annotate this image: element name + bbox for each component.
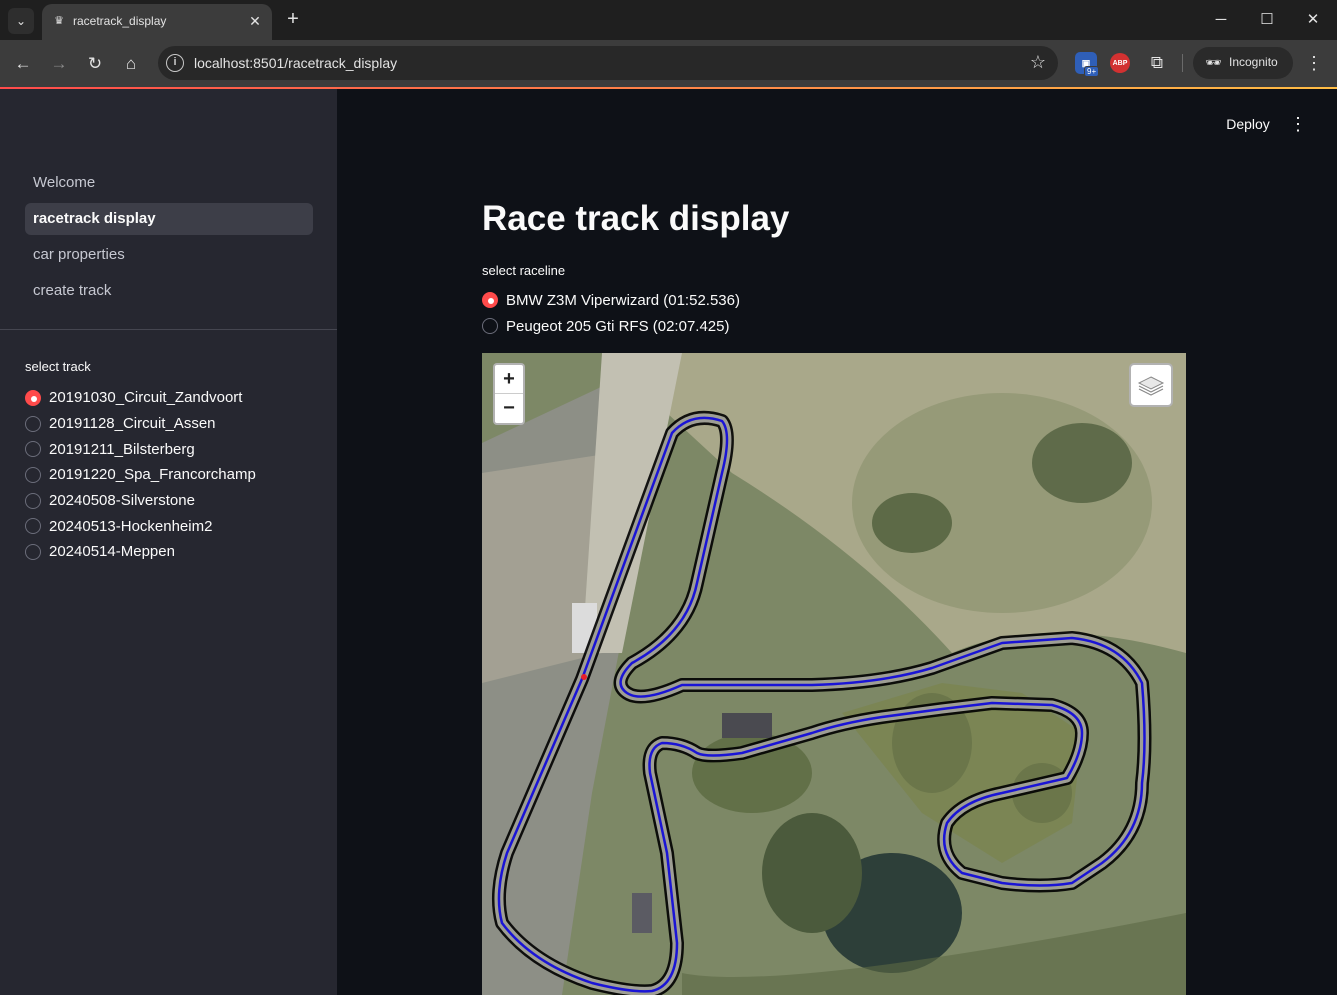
address-bar[interactable]: i localhost:8501/racetrack_display ☆ [158, 46, 1058, 80]
radio-unselected-icon[interactable] [482, 318, 498, 334]
sidebar-item-car-properties[interactable]: car properties [25, 239, 313, 271]
sidebar-item-welcome[interactable]: Welcome [25, 167, 313, 199]
reload-button[interactable]: ↻ [81, 50, 109, 78]
radio-unselected-icon[interactable] [25, 466, 41, 483]
radio-selected-icon[interactable] [482, 292, 498, 308]
zoom-in-button[interactable]: + [495, 365, 523, 394]
track-option-label: 20191030_Circuit_Zandvoort [49, 389, 243, 407]
track-option-label: 20240513-Hockenheim2 [49, 517, 213, 535]
radio-unselected-icon[interactable] [25, 492, 41, 509]
select-track-label: select track [25, 359, 91, 374]
app-menu-icon[interactable]: ⋮ [1288, 111, 1308, 137]
deploy-button[interactable]: Deploy [1217, 111, 1279, 137]
sidebar-nav: Welcome racetrack display car properties… [25, 167, 313, 311]
minimize-button[interactable]: ─ [1198, 6, 1244, 34]
track-option[interactable]: 20191220_Spa_Francorchamp [25, 462, 256, 488]
layers-icon [1137, 376, 1165, 396]
track-option[interactable]: 20240508-Silverstone [25, 488, 256, 514]
close-window-button[interactable]: ✕ [1290, 6, 1336, 34]
tab-title: racetrack_display [73, 14, 167, 28]
page-title: Race track display [482, 199, 790, 238]
browser-tab-strip: ⌄ ♛ racetrack_display ✕ + ─ ☐ ✕ [0, 0, 1337, 40]
incognito-profile-button[interactable]: 🕶 Incognito [1193, 47, 1293, 79]
track-option-label: 20191211_Bilsterberg [49, 440, 195, 458]
main-content: Deploy ⋮ Race track display select racel… [337, 89, 1337, 995]
sidebar-item-racetrack-display[interactable]: racetrack display [25, 203, 313, 235]
track-option[interactable]: 20240513-Hockenheim2 [25, 513, 256, 539]
zoom-out-button[interactable]: − [495, 394, 523, 423]
browser-menu-icon[interactable]: ⋮ [1304, 50, 1324, 76]
maximize-button[interactable]: ☐ [1244, 6, 1290, 34]
close-tab-icon[interactable]: ✕ [246, 12, 264, 30]
raceline-option-label: Peugeot 205 Gti RFS (02:07.425) [506, 317, 730, 335]
radio-unselected-icon[interactable] [25, 518, 41, 535]
sidebar-item-create-track[interactable]: create track [25, 275, 313, 307]
extension-badge: 9+ [1084, 66, 1100, 77]
url-text[interactable]: localhost:8501/racetrack_display [194, 55, 397, 71]
sidebar-divider [0, 329, 337, 330]
radio-selected-icon[interactable] [25, 389, 41, 406]
incognito-label: Incognito [1229, 55, 1278, 69]
radio-unselected-icon[interactable] [25, 415, 41, 432]
track-option-label: 20240514-Meppen [49, 543, 175, 561]
browser-toolbar: ← → ↻ ⌂ i localhost:8501/racetrack_displ… [0, 40, 1337, 87]
track-option-label: 20191128_Circuit_Assen [49, 415, 216, 433]
satellite-map[interactable]: + − [482, 353, 1186, 995]
back-button[interactable]: ← [9, 50, 37, 78]
zoom-control: + − [493, 363, 525, 425]
track-option-label: 20240508-Silverstone [49, 492, 195, 510]
bookmark-star-icon[interactable]: ☆ [1030, 52, 1046, 73]
raceline-radio-group: BMW Z3M Viperwizard (01:52.536) Peugeot … [482, 287, 740, 339]
forward-button[interactable]: → [45, 50, 73, 78]
new-tab-button[interactable]: + [282, 8, 304, 30]
track-option[interactable]: 20240514-Meppen [25, 539, 256, 565]
radio-unselected-icon[interactable] [25, 441, 41, 458]
raceline-option[interactable]: Peugeot 205 Gti RFS (02:07.425) [482, 313, 740, 339]
extensions-puzzle-icon[interactable]: ⧉ [1146, 52, 1168, 74]
radio-unselected-icon[interactable] [25, 543, 41, 560]
raceline-option-label: BMW Z3M Viperwizard (01:52.536) [506, 291, 740, 309]
browser-tab[interactable]: ♛ racetrack_display ✕ [42, 4, 272, 40]
track-option-label: 20191220_Spa_Francorchamp [49, 466, 256, 484]
track-option[interactable]: 20191030_Circuit_Zandvoort [25, 385, 256, 411]
select-raceline-label: select raceline [482, 263, 566, 278]
toolbar-divider [1182, 54, 1183, 72]
sidebar: Welcome racetrack display car properties… [0, 89, 337, 995]
site-info-icon[interactable]: i [166, 54, 184, 72]
track-option[interactable]: 20191211_Bilsterberg [25, 436, 256, 462]
map-canvas[interactable] [482, 353, 1186, 995]
track-radio-group: 20191030_Circuit_Zandvoort 20191128_Circ… [25, 385, 256, 565]
home-button[interactable]: ⌂ [117, 50, 145, 78]
incognito-icon: 🕶 [1205, 55, 1222, 70]
track-option[interactable]: 20191128_Circuit_Assen [25, 411, 256, 437]
layers-control[interactable] [1129, 363, 1173, 407]
tab-search-chevron-icon[interactable]: ⌄ [8, 8, 34, 34]
raceline-option[interactable]: BMW Z3M Viperwizard (01:52.536) [482, 287, 740, 313]
adblock-plus-icon[interactable]: ABP [1110, 53, 1130, 73]
start-marker [581, 674, 587, 680]
streamlit-crown-icon: ♛ [54, 15, 64, 27]
